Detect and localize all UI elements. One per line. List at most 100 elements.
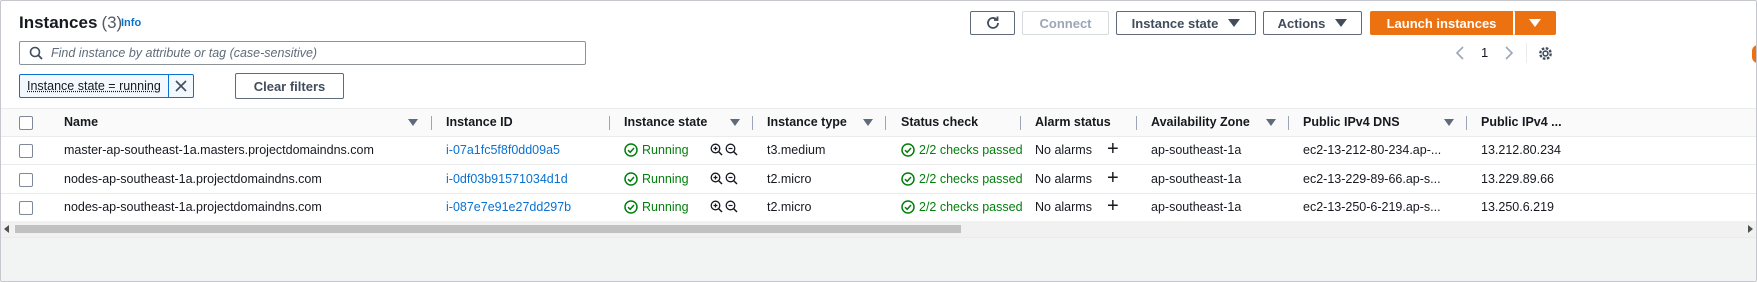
instance-id-link[interactable]: i-07a1fc5f8f0dd09a5 <box>446 143 560 157</box>
table-row[interactable]: nodes-ap-southeast-1a.projectdomaindns.c… <box>1 193 1756 222</box>
instance-state-text: Running <box>642 172 689 186</box>
instance-id-link[interactable]: i-087e7e91e27dd297b <box>446 200 571 214</box>
zoom-in-icon[interactable] <box>710 143 723 156</box>
sort-icon[interactable] <box>1266 119 1276 126</box>
column-header-instance-state[interactable]: Instance state <box>624 115 707 129</box>
public-dns: ec2-13-229-89-66.ap-s... <box>1303 172 1441 186</box>
add-alarm-icon[interactable]: + <box>1107 195 1119 218</box>
search-box[interactable] <box>19 41 586 65</box>
status-check: 2/2 checks passed <box>901 143 1023 157</box>
row-checkbox[interactable] <box>19 144 33 158</box>
zoom-in-icon[interactable] <box>710 200 723 213</box>
avatar[interactable] <box>1752 45 1756 63</box>
sort-icon[interactable] <box>1444 119 1454 126</box>
row-checkbox[interactable] <box>19 173 33 187</box>
column-header-availability-zone[interactable]: Availability Zone <box>1151 115 1250 129</box>
alarm-status: No alarms <box>1035 200 1092 214</box>
table-header: Name Instance ID Instance state Instance… <box>1 108 1756 137</box>
instance-state: Running <box>624 172 689 186</box>
remove-filter-button[interactable] <box>169 75 193 97</box>
pager-divider <box>1526 43 1527 63</box>
column-separator[interactable] <box>1136 116 1137 130</box>
availability-zone: ap-southeast-1a <box>1151 143 1242 157</box>
zoom-out-icon[interactable] <box>725 200 738 213</box>
sort-icon[interactable] <box>863 119 873 126</box>
actions-button[interactable]: Actions <box>1263 11 1362 35</box>
column-separator[interactable] <box>1288 116 1289 130</box>
zoom-out-icon[interactable] <box>725 172 738 185</box>
column-separator[interactable] <box>752 116 753 130</box>
column-separator[interactable] <box>1020 116 1021 130</box>
connect-button[interactable]: Connect <box>1022 11 1109 35</box>
zoom-in-icon[interactable] <box>710 172 723 185</box>
status-check-text: 2/2 checks passed <box>919 172 1023 186</box>
filter-token-label[interactable]: Instance state = running <box>20 75 169 97</box>
instance-state-text: Running <box>642 143 689 157</box>
search-icon <box>29 46 43 60</box>
previous-page-icon[interactable] <box>1455 46 1465 60</box>
info-link[interactable]: Info <box>121 17 141 29</box>
sort-icon[interactable] <box>408 119 418 126</box>
table-row[interactable]: nodes-ap-southeast-1a.projectdomaindns.c… <box>1 165 1756 194</box>
page-title-text: Instances <box>19 13 98 32</box>
caret-down-icon <box>1228 19 1241 27</box>
column-separator[interactable] <box>885 116 886 130</box>
add-alarm-icon[interactable]: + <box>1107 167 1119 190</box>
actions-label: Actions <box>1277 15 1326 31</box>
instance-state: Running <box>624 143 689 157</box>
launch-instances-button[interactable]: Launch instances <box>1370 11 1513 35</box>
check-circle-icon <box>624 200 638 214</box>
status-check-text: 2/2 checks passed <box>919 143 1023 157</box>
column-separator[interactable] <box>1466 116 1467 130</box>
public-dns: ec2-13-250-6-219.ap-s... <box>1303 200 1441 214</box>
gear-icon[interactable] <box>1537 45 1554 62</box>
column-header-alarm-status[interactable]: Alarm status <box>1035 115 1111 129</box>
select-all-checkbox[interactable] <box>19 116 33 130</box>
row-checkbox[interactable] <box>19 201 33 215</box>
caret-down-icon <box>1335 19 1348 27</box>
instance-type: t2.micro <box>767 172 812 186</box>
instance-state: Running <box>624 200 689 214</box>
instance-count: (3) <box>101 13 123 32</box>
column-header-status-check[interactable]: Status check <box>901 115 978 129</box>
zoom-out-icon[interactable] <box>725 143 738 156</box>
column-header-public-ipv4-dns[interactable]: Public IPv4 DNS <box>1303 115 1400 129</box>
filter-token[interactable]: Instance state = running <box>19 74 194 98</box>
scroll-left-icon[interactable] <box>4 225 10 233</box>
search-input[interactable] <box>49 45 553 61</box>
instance-type: t2.micro <box>767 200 812 214</box>
instance-name: nodes-ap-southeast-1a.projectdomaindns.c… <box>64 200 322 214</box>
alarm-status: No alarms <box>1035 143 1092 157</box>
column-header-instance-id[interactable]: Instance ID <box>446 115 513 129</box>
page-number[interactable]: 1 <box>1481 45 1488 60</box>
scrollbar-thumb[interactable] <box>15 225 961 233</box>
availability-zone: ap-southeast-1a <box>1151 172 1242 186</box>
public-ip: 13.212.80.234 <box>1481 143 1561 157</box>
column-header-public-ipv4[interactable]: Public IPv4 ... <box>1481 115 1562 129</box>
add-alarm-icon[interactable]: + <box>1107 138 1119 161</box>
column-separator[interactable] <box>609 116 610 130</box>
status-check: 2/2 checks passed <box>901 172 1023 186</box>
column-separator[interactable] <box>431 116 432 130</box>
instance-type: t3.medium <box>767 143 826 157</box>
column-header-instance-type[interactable]: Instance type <box>767 115 847 129</box>
instance-state-button[interactable]: Instance state <box>1116 11 1256 35</box>
horizontal-scrollbar[interactable] <box>1 221 1756 237</box>
status-check: 2/2 checks passed <box>901 200 1023 214</box>
check-circle-icon <box>901 172 915 186</box>
next-page-icon[interactable] <box>1504 46 1514 60</box>
clear-filters-button[interactable]: Clear filters <box>235 73 344 99</box>
instance-id-link[interactable]: i-0df03b91571034d1d <box>446 172 568 186</box>
sort-icon[interactable] <box>730 119 740 126</box>
refresh-button[interactable] <box>970 11 1015 35</box>
launch-dropdown-button[interactable] <box>1514 11 1556 35</box>
table-row[interactable]: master-ap-southeast-1a.masters.projectdo… <box>1 136 1756 165</box>
public-ip: 13.250.6.219 <box>1481 200 1554 214</box>
instances-panel: Instances (3) Info Connect Instance state… <box>0 0 1757 282</box>
scroll-right-icon[interactable] <box>1747 225 1753 233</box>
column-header-name[interactable]: Name <box>64 115 98 129</box>
check-circle-icon <box>624 143 638 157</box>
instance-name: master-ap-southeast-1a.masters.projectdo… <box>64 143 374 157</box>
check-circle-icon <box>901 143 915 157</box>
public-ip: 13.229.89.66 <box>1481 172 1554 186</box>
